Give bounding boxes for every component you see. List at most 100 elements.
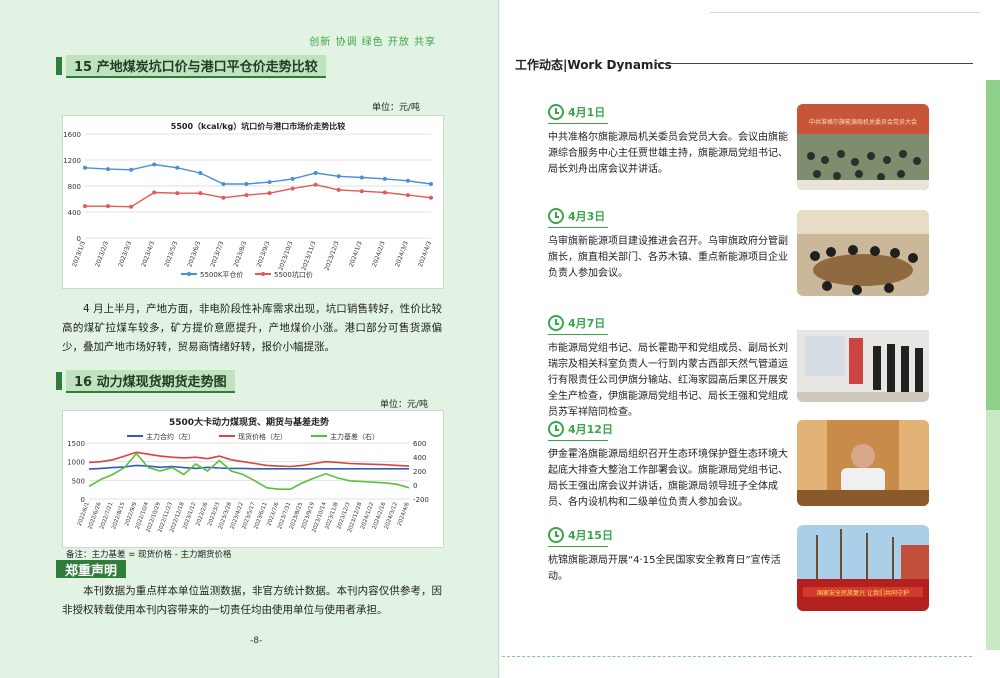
data-point bbox=[359, 189, 364, 194]
event-date: 4月12日 bbox=[568, 423, 613, 436]
left-page: 创新 协调 绿色 开放 共享 15 产地煤炭坑口价与港口平仓价走势比较 单位：元… bbox=[0, 0, 499, 678]
legend-label: 主力基差（右） bbox=[330, 432, 379, 441]
event-text: 中共准格尔旗能源局机关委员会党员大会。会议由旗能源综合服务中心主任贾世雄主持，旗… bbox=[548, 132, 788, 175]
event-photo-speaker bbox=[797, 420, 929, 506]
data-point bbox=[267, 191, 272, 196]
chart2-svg: 5500大卡动力煤现货、期货与基差走势050010001500-20002004… bbox=[67, 416, 429, 533]
chart-title: 5500（kcal/kg）坑口价与港口市场价走势比较 bbox=[171, 121, 345, 131]
data-point bbox=[83, 165, 87, 170]
data-point bbox=[129, 204, 134, 209]
series-line bbox=[85, 183, 432, 208]
y-tick-label: 400 bbox=[68, 209, 81, 217]
data-point bbox=[244, 193, 249, 198]
x-tick-label: 2024/4/6 bbox=[397, 501, 411, 527]
legend-label: 主力合约（左） bbox=[146, 432, 195, 441]
event-text: 市能源局党组书记、局长霍勘平和党组成员、副局长刘瑞宗及相关科室负责人一行到内蒙古… bbox=[548, 343, 788, 418]
meeting-photo-1: 中共准格尔旗能源局机关委员会党员大会 bbox=[797, 104, 929, 190]
clock-icon bbox=[548, 527, 564, 543]
chart1-unit: 单位：元/吨 bbox=[372, 103, 421, 113]
basis-note: 备注：主力基差 = 现货价格 - 主力期货价格 bbox=[66, 550, 232, 560]
event-text: 伊金霍洛旗能源局组织召开生态环境保护暨生态环境大起底大排查大整治工作部署会议。旗… bbox=[548, 449, 788, 508]
event-item: 4月1日 中共准格尔旗能源局机关委员会党员大会。会议由旗能源综合服务中心主任贾世… bbox=[548, 103, 788, 178]
chart1-svg: 5500（kcal/kg）坑口价与港口市场价走势比较04008001200160… bbox=[63, 121, 433, 279]
x-tick-label: 2023/1/3 bbox=[71, 240, 87, 268]
magazine-spread: 创新 协调 绿色 开放 共享 15 产地煤炭坑口价与港口平仓价走势比较 单位：元… bbox=[0, 0, 1000, 678]
x-tick-label: 2023/4/3 bbox=[140, 240, 156, 268]
date-underline bbox=[548, 334, 608, 335]
clock-icon bbox=[548, 104, 564, 120]
x-tick-label: 2023/12/3 bbox=[324, 240, 341, 271]
chart2-box: 5500大卡动力煤现货、期货与基差走势 0 500 1000 1500 -200 0 200 4… bbox=[62, 410, 444, 548]
data-point bbox=[152, 190, 157, 195]
date-underline bbox=[548, 227, 608, 228]
y2-tick-label: 0 bbox=[413, 482, 417, 490]
event-item: 4月7日 市能源局党组书记、局长霍勘平和党组成员、副局长刘瑞宗及相关科室负责人一… bbox=[548, 314, 788, 421]
x-tick-label: 2023/5/3 bbox=[163, 240, 179, 268]
data-point bbox=[129, 167, 134, 172]
date-underline bbox=[548, 123, 608, 124]
date-underline bbox=[548, 546, 608, 547]
data-point bbox=[152, 162, 157, 167]
data-point bbox=[313, 171, 318, 175]
data-point bbox=[83, 204, 87, 209]
data-point bbox=[405, 178, 410, 183]
x-tick-label: 2023/8/3 bbox=[233, 240, 249, 268]
y2-tick-label: 600 bbox=[413, 440, 426, 448]
meeting-photo-2 bbox=[797, 210, 929, 296]
data-point bbox=[244, 182, 249, 187]
event-item: 4月15日 杭锦旗能源局开展“4·15全民国家安全教育日”宣传活动。 bbox=[548, 526, 788, 585]
section-15-paragraph: 4 月上半月，产地方面，非电阶段性补库需求出现，坑口销售转好，性价比较高的煤矿拉… bbox=[62, 303, 442, 353]
x-tick-label: 2024/2/3 bbox=[371, 240, 387, 268]
section-bar bbox=[56, 372, 62, 390]
event-text: 乌审旗新能源项目建设推进会召开。乌审旗政府分管副旗长，旗直相关部门、各苏木镇、重… bbox=[548, 236, 788, 279]
y-tick-label: 1000 bbox=[67, 459, 85, 467]
data-point bbox=[336, 187, 341, 192]
legend-marker bbox=[187, 272, 191, 276]
declaration-title: 郑重声明 bbox=[56, 560, 126, 579]
speaker-photo bbox=[797, 420, 929, 506]
data-point bbox=[106, 204, 111, 209]
slogan: 创新 协调 绿色 开放 共享 bbox=[309, 37, 436, 48]
clock-icon bbox=[548, 208, 564, 224]
data-point bbox=[267, 180, 272, 185]
frame-line-top bbox=[710, 12, 980, 13]
legend-marker bbox=[261, 272, 265, 276]
x-tick-label: 2024/4/3 bbox=[417, 240, 433, 268]
chart1-box: 5500（kcal/kg）坑口价与港口市场价走势比较 0 400 800 1200 160… bbox=[62, 115, 444, 289]
event-date: 4月3日 bbox=[568, 210, 606, 223]
legend-label: 5500坑口价 bbox=[274, 270, 313, 279]
y-tick-label: 500 bbox=[72, 477, 85, 485]
x-tick-label: 2023/11/3 bbox=[300, 240, 317, 271]
legend-label: 5500K平仓价 bbox=[200, 270, 243, 279]
data-point bbox=[198, 191, 203, 196]
data-point bbox=[405, 193, 410, 198]
data-point bbox=[313, 182, 318, 187]
event-photo-inspection bbox=[797, 316, 929, 402]
y-tick-label: 1500 bbox=[67, 440, 85, 448]
y2-tick-label: 400 bbox=[413, 454, 426, 462]
banner-text: 中共准格尔旗能源局机关委员会党员大会 bbox=[809, 118, 917, 126]
page-number: -8- bbox=[250, 636, 263, 646]
chart-title: 5500大卡动力煤现货、期货与基差走势 bbox=[169, 416, 329, 428]
event-date: 4月1日 bbox=[568, 106, 606, 119]
x-tick-label: 2023/9/3 bbox=[256, 240, 272, 268]
section-15-title: 15 产地煤炭坑口价与港口平仓价走势比较 bbox=[66, 54, 326, 78]
x-tick-label: 2023/6/3 bbox=[186, 240, 202, 268]
banner-slogan: 国家安全民族复兴 让我们共同守护 bbox=[817, 589, 909, 597]
event-photo-meeting-hall: 中共准格尔旗能源局机关委员会党员大会 bbox=[797, 104, 929, 190]
frame-line-bottom bbox=[502, 656, 972, 657]
y-tick-label: 800 bbox=[68, 183, 81, 191]
edge-bar-light bbox=[986, 410, 1000, 650]
data-point bbox=[382, 176, 387, 181]
data-point bbox=[290, 186, 295, 191]
clock-icon bbox=[548, 421, 564, 437]
declaration-text: 本刊数据为重点样本单位监测数据，非官方统计数据。本刊内容仅供参考，因非授权转载使… bbox=[62, 585, 442, 616]
inspection-photo bbox=[797, 316, 929, 402]
edge-bar bbox=[986, 80, 1000, 410]
data-point bbox=[221, 195, 226, 200]
event-item: 4月12日 伊金霍洛旗能源局组织召开生态环境保护暨生态环境大起底大排查大整治工作… bbox=[548, 420, 788, 511]
legend-label: 现货价格（左） bbox=[238, 432, 287, 441]
series-line bbox=[84, 163, 432, 185]
data-point bbox=[106, 167, 111, 172]
x-tick-label: 2023/2/3 bbox=[94, 240, 110, 268]
